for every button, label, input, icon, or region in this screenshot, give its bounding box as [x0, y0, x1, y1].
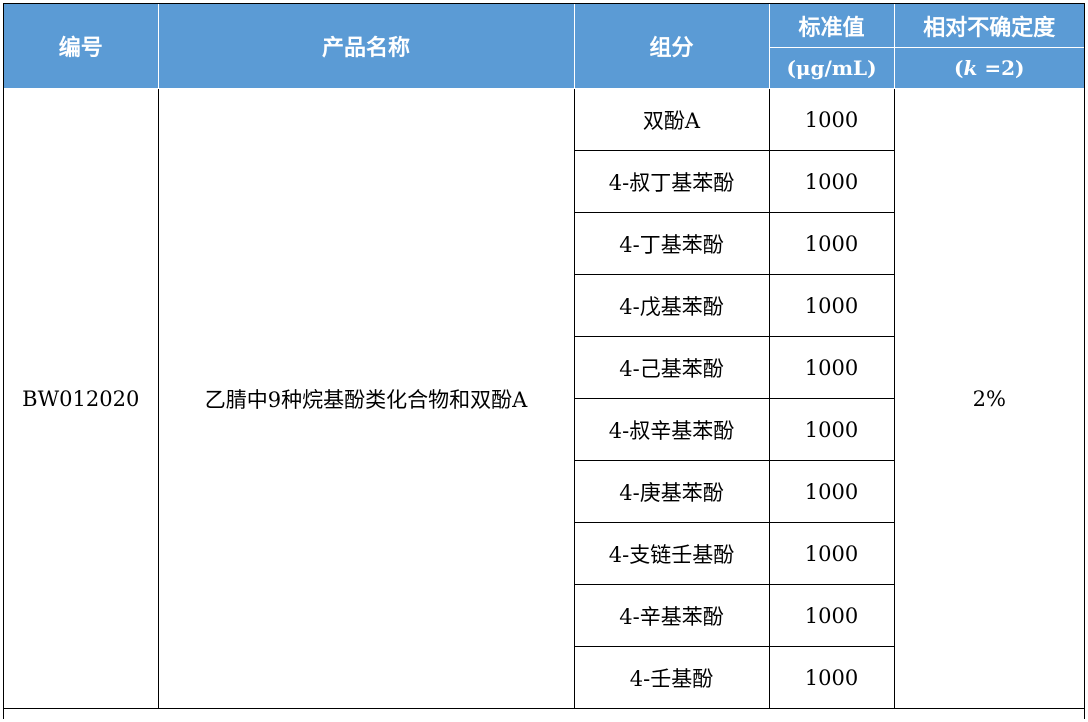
k-open: (	[954, 56, 964, 80]
product-spec-table-frame: 编号 产品名称 组分 标准值 相对不确定度 (μg/mL) (k =2) BW0…	[3, 3, 1085, 719]
header-standard-value: 标准值	[768, 4, 895, 48]
header-product-name: 产品名称	[157, 4, 575, 89]
k-variable: k	[963, 56, 978, 80]
header-component: 组分	[573, 4, 770, 89]
header-uncertainty-k: (k =2)	[893, 47, 1084, 89]
component-name: 双酚A	[573, 88, 770, 151]
product-spec-table: 编号 产品名称 组分 标准值 相对不确定度 (μg/mL) (k =2) BW0…	[4, 4, 1084, 709]
component-name: 4-戊基苯酚	[573, 274, 770, 337]
product-uncertainty: 2%	[893, 88, 1084, 709]
component-standard-value: 1000	[768, 584, 895, 647]
table-row: BW012020 乙腈中9种烷基酚类化合物和双酚A 双酚A 1000 2%	[4, 88, 1084, 709]
component-standard-value: 1000	[768, 522, 895, 585]
component-standard-value: 1000	[768, 646, 895, 709]
component-standard-value: 1000	[768, 212, 895, 275]
product-code: BW012020	[4, 88, 159, 709]
header-standard-unit: (μg/mL)	[768, 47, 895, 89]
component-name: 4-壬基酚	[573, 646, 770, 709]
component-standard-value: 1000	[768, 150, 895, 213]
component-name: 4-丁基苯酚	[573, 212, 770, 275]
component-standard-value: 1000	[768, 398, 895, 461]
component-name: 4-支链壬基酚	[573, 522, 770, 585]
product-name: 乙腈中9种烷基酚类化合物和双酚A	[157, 88, 575, 709]
component-name: 4-己基苯酚	[573, 336, 770, 399]
table-body: BW012020 乙腈中9种烷基酚类化合物和双酚A 双酚A 1000 2% 4-叔丁基苯酚…	[4, 88, 1084, 709]
component-name: 4-叔丁基苯酚	[573, 150, 770, 213]
component-standard-value: 1000	[768, 460, 895, 523]
header-uncertainty: 相对不确定度	[893, 4, 1084, 48]
k-close: =2)	[977, 56, 1025, 80]
header-row: 编号 产品名称 组分 标准值 相对不确定度	[4, 4, 1084, 89]
component-standard-value: 1000	[768, 274, 895, 337]
component-standard-value: 1000	[768, 336, 895, 399]
component-name: 4-叔辛基苯酚	[573, 398, 770, 461]
component-standard-value: 1000	[768, 88, 895, 151]
header-code: 编号	[4, 4, 159, 89]
component-name: 4-辛基苯酚	[573, 584, 770, 647]
component-name: 4-庚基苯酚	[573, 460, 770, 523]
